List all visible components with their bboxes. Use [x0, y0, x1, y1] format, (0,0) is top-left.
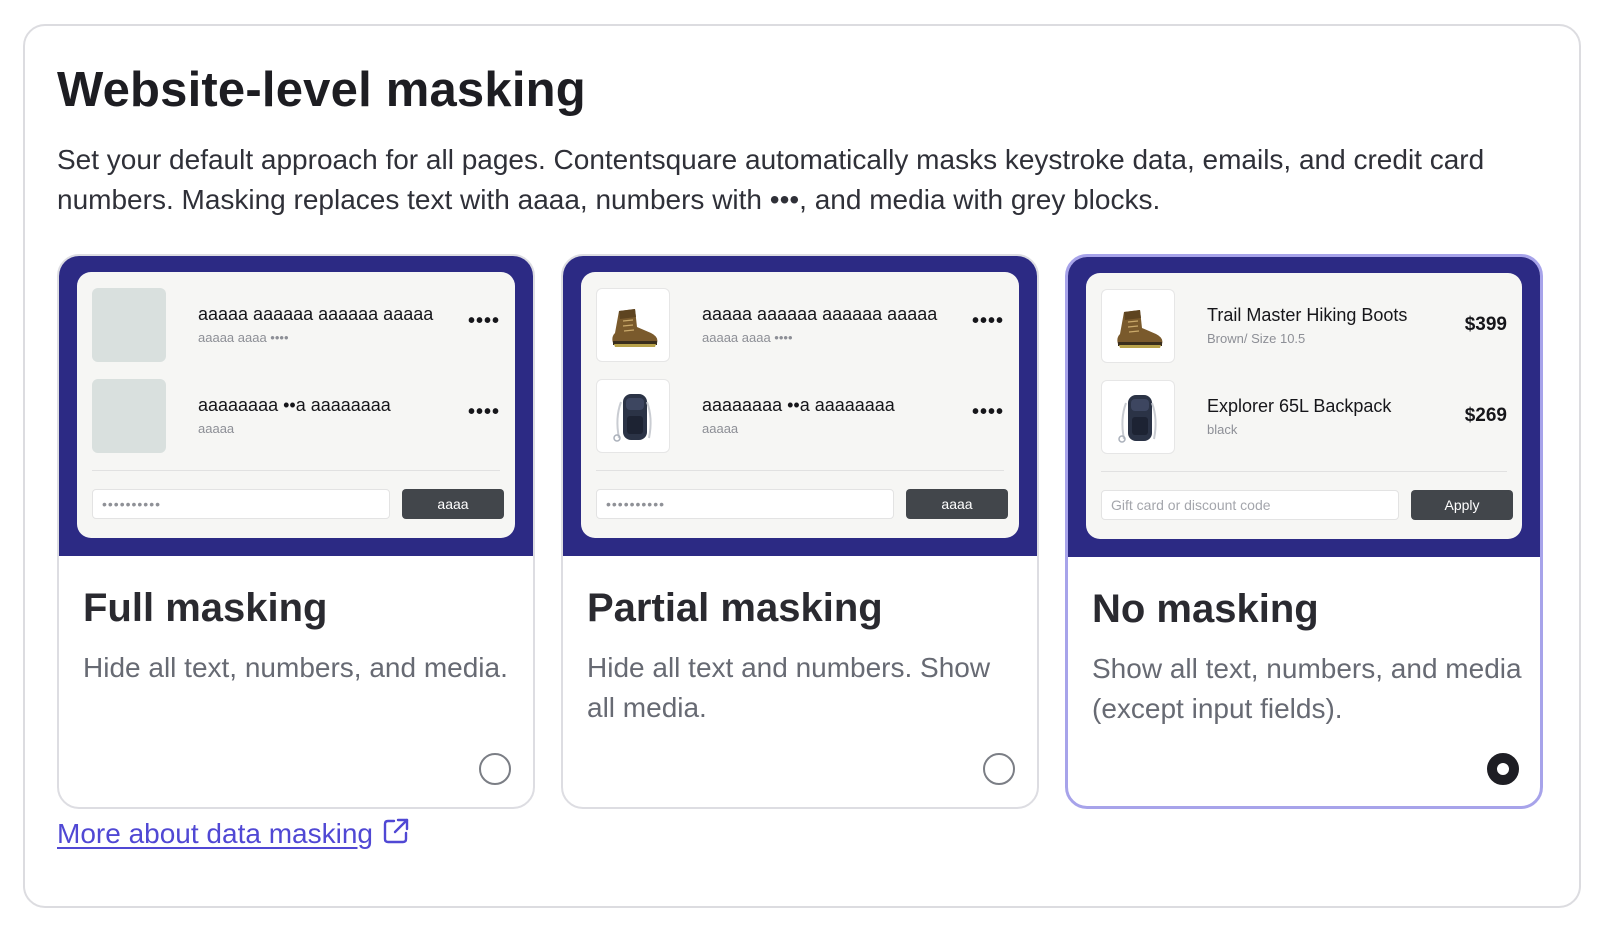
preview-item-price: ••••	[971, 401, 1004, 423]
preview-divider	[1101, 471, 1507, 472]
option-radio-full-masking[interactable]	[479, 753, 511, 785]
preview-banner: aaaaa aaaaaa aaaaaa aaaaa aaaaa aaaa •••…	[59, 256, 533, 556]
preview-banner: aaaaa aaaaaa aaaaaa aaaaa aaaaa aaaa •••…	[563, 256, 1037, 556]
external-link-icon	[383, 818, 409, 844]
preview-item-sub: black	[1207, 422, 1238, 437]
option-description: Show all text, numbers, and media (excep…	[1092, 653, 1522, 724]
cart-preview: aaaaa aaaaaa aaaaaa aaaaa aaaaa aaaa •••…	[581, 272, 1019, 538]
preview-item-sub: Brown/ Size 10.5	[1207, 331, 1306, 346]
backpack-icon	[1118, 395, 1157, 443]
preview-item-sub: aaaaa	[198, 421, 235, 436]
preview-item: aaaaa aaaaaa aaaaaa aaaaa aaaaa aaaa •••…	[596, 288, 1004, 362]
option-radio-partial-masking[interactable]	[983, 753, 1015, 785]
preview-item: aaaaa aaaaaa aaaaaa aaaaa aaaaa aaaa •••…	[92, 288, 500, 362]
preview-item-name: aaaaa aaaaaa aaaaaa aaaaa	[198, 304, 434, 324]
masked-media-block	[92, 379, 166, 453]
masked-media-block	[92, 288, 166, 362]
boot-icon	[612, 309, 658, 347]
boot-icon	[1117, 310, 1163, 348]
preview-item-sub: aaaaa aaaa ••••	[198, 330, 289, 345]
option-card-full-masking[interactable]: aaaaa aaaaaa aaaaaa aaaaa aaaaa aaaa •••…	[57, 254, 535, 809]
option-radio-no-masking[interactable]	[1487, 753, 1519, 785]
preview-apply-button: Apply	[1411, 490, 1513, 520]
option-title: Full masking	[83, 586, 328, 630]
preview-item-price: ••••	[467, 401, 500, 423]
preview-item-price: $269	[1464, 405, 1507, 426]
preview-item: Explorer 65L Backpack black $269	[1101, 380, 1507, 454]
preview-code-input: Gift card or discount code	[1101, 490, 1399, 520]
page-description: Set your default approach for all pages.…	[57, 144, 1485, 215]
option-card-partial-masking[interactable]: aaaaa aaaaaa aaaaaa aaaaa aaaaa aaaa •••…	[561, 254, 1039, 809]
preview-apply-button: aaaa	[402, 489, 504, 519]
boot-image	[596, 288, 670, 362]
backpack-icon	[613, 394, 652, 442]
preview-item-price: ••••	[467, 310, 500, 332]
boot-image	[1101, 289, 1175, 363]
more-about-data-masking-link[interactable]: More about data masking	[57, 816, 411, 850]
page-title: Website-level masking	[57, 63, 586, 117]
preview-item: aaaaaaaa ••a aaaaaaaa aaaaa ••••	[596, 379, 1004, 453]
preview-item-sub: aaaaa	[702, 421, 739, 436]
preview-item-price: $399	[1464, 314, 1507, 335]
preview-divider	[92, 470, 500, 471]
preview-divider	[596, 470, 1004, 471]
backpack-image	[596, 379, 670, 453]
preview-item-name: aaaaa aaaaaa aaaaaa aaaaa	[702, 304, 938, 324]
preview-item: Trail Master Hiking Boots Brown/ Size 10…	[1101, 289, 1507, 363]
preview-item-name: aaaaaaaa ••a aaaaaaaa	[198, 395, 391, 415]
cart-preview: aaaaa aaaaaa aaaaaa aaaaa aaaaa aaaa •••…	[77, 272, 515, 538]
backpack-image	[1101, 380, 1175, 454]
preview-item-price: ••••	[971, 310, 1004, 332]
preview-item-name: aaaaaaaa ••a aaaaaaaa	[702, 395, 895, 415]
preview-item-sub: aaaaa aaaa ••••	[702, 330, 793, 345]
preview-item-name: Trail Master Hiking Boots	[1207, 305, 1408, 325]
preview-item: aaaaaaaa ••a aaaaaaaa aaaaa ••••	[92, 379, 500, 453]
preview-code-input: ••••••••••	[92, 489, 390, 519]
preview-item-name: Explorer 65L Backpack	[1207, 396, 1392, 416]
preview-banner: Trail Master Hiking Boots Brown/ Size 10…	[1068, 257, 1540, 557]
link-label: More about data masking	[57, 818, 373, 849]
option-card-no-masking[interactable]: Trail Master Hiking Boots Brown/ Size 10…	[1065, 254, 1543, 809]
option-description: Hide all text and numbers. Show all medi…	[587, 652, 991, 723]
preview-apply-button: aaaa	[906, 489, 1008, 519]
option-title: Partial masking	[587, 586, 883, 630]
option-description: Hide all text, numbers, and media.	[83, 652, 508, 683]
option-title: No masking	[1092, 587, 1319, 631]
preview-code-input: ••••••••••	[596, 489, 894, 519]
cart-preview: Trail Master Hiking Boots Brown/ Size 10…	[1086, 273, 1522, 539]
masking-settings-panel: Website-level masking Set your default a…	[23, 24, 1581, 908]
